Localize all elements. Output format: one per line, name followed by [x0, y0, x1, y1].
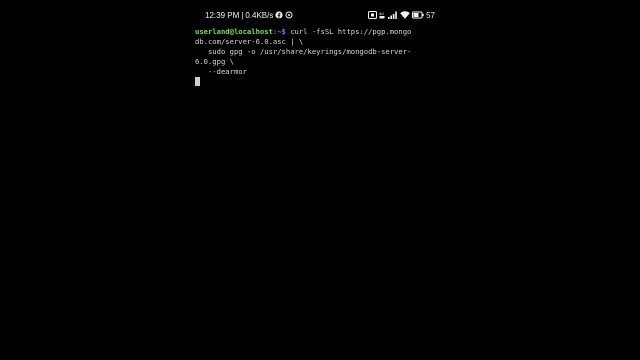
svg-text:4G: 4G	[379, 12, 384, 16]
battery-icon	[412, 11, 424, 19]
sync-icon	[285, 11, 293, 19]
clock: 12:39 PM	[205, 10, 240, 20]
command-line: db.com/server-6.0.asc | \	[195, 37, 304, 46]
terminal-cursor[interactable]	[195, 77, 200, 86]
command-line: sudo gpg -o /usr/share/keyrings/mongodb-…	[195, 47, 412, 56]
wifi-icon	[400, 11, 410, 19]
network-speed: 0.4KB/s	[245, 10, 274, 20]
prompt-path: :~$	[272, 27, 286, 36]
status-right: 4G 57	[368, 11, 447, 20]
signal-icon	[388, 11, 398, 19]
status-bar: 12:39 PM | 0.4KB/s 4G 57	[193, 8, 447, 22]
status-left: 12:39 PM | 0.4KB/s	[193, 11, 293, 20]
vibrate-icon	[368, 11, 378, 19]
facebook-icon	[275, 11, 283, 19]
command-line: curl -fsSL https://pgp.mongo	[285, 27, 412, 36]
status-separator: |	[241, 10, 244, 20]
command-line: 6.0.gpg \	[195, 57, 234, 66]
terminal-output[interactable]: userland@localhost:~$ curl -fsSL https:/…	[195, 27, 447, 88]
hd-volte-icon: 4G	[379, 11, 386, 19]
phone-display: 12:39 PM | 0.4KB/s 4G 57 userland@localh…	[193, 0, 447, 360]
screen: 12:39 PM | 0.4KB/s 4G 57 userland@localh…	[0, 0, 640, 360]
command-line: --dearmor	[195, 67, 247, 76]
battery-percent: 57	[426, 10, 435, 20]
prompt-user: userland@localhost	[195, 27, 273, 36]
